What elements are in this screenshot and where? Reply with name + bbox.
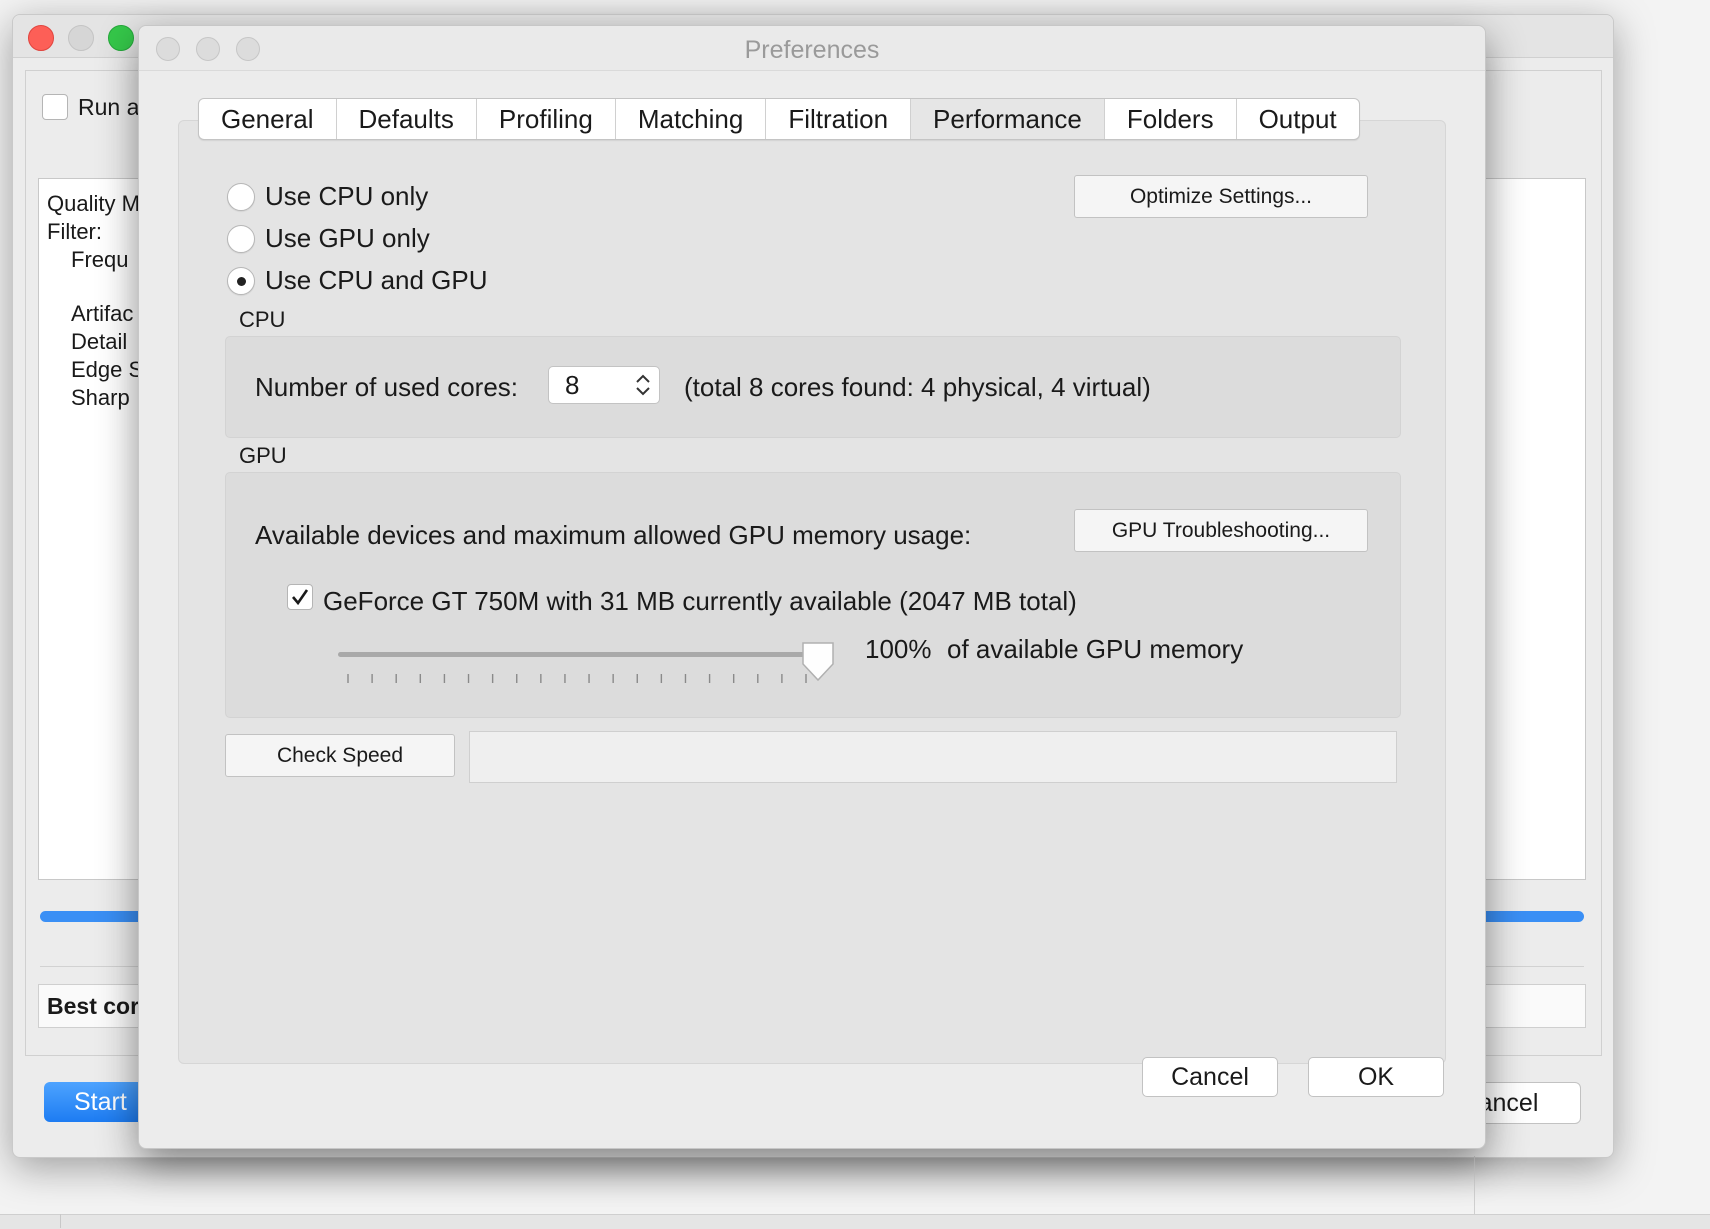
gpu-device-label: GeForce GT 750M with 31 MB currently ava…	[323, 586, 1077, 616]
cpu-section-label: CPU	[239, 307, 286, 332]
list-item: Sharp	[71, 385, 130, 410]
tab-output[interactable]: Output	[1237, 99, 1359, 139]
check-speed-result-field	[469, 731, 1397, 783]
close-window-icon[interactable]	[28, 25, 54, 51]
preferences-tabbar: General Defaults Profiling Matching Filt…	[198, 98, 1360, 140]
cancel-button[interactable]: Cancel	[1142, 1057, 1278, 1097]
gpu-devices-label: Available devices and maximum allowed GP…	[255, 520, 972, 550]
ok-button[interactable]: OK	[1308, 1057, 1444, 1097]
cores-stepper[interactable]: 8	[548, 366, 660, 404]
list-item: Filter:	[47, 219, 102, 244]
list-item: Frequ	[71, 247, 129, 272]
tab-filtration[interactable]: Filtration	[766, 99, 912, 139]
optimize-settings-button[interactable]: Optimize Settings...	[1074, 175, 1368, 218]
list-item: Quality M	[47, 191, 140, 216]
list-item: Detail	[71, 329, 128, 354]
gpu-device-checkbox[interactable]	[287, 584, 313, 610]
radio-label: Use GPU only	[265, 223, 430, 253]
minimize-window-icon[interactable]	[68, 25, 94, 51]
gpu-section-label: GPU	[239, 443, 287, 468]
radio-label: Use CPU only	[265, 181, 429, 211]
checkmark-icon	[292, 589, 309, 606]
cores-value: 8	[565, 370, 580, 400]
run-checkbox[interactable]	[42, 94, 68, 120]
gpu-memory-slider-track[interactable]	[338, 652, 822, 657]
best-result-label: Best cor	[47, 993, 140, 1019]
gpu-memory-percent: 100%	[865, 634, 932, 664]
cores-label: Number of used cores:	[255, 372, 519, 402]
tab-performance[interactable]: Performance	[911, 99, 1105, 139]
gpu-memory-suffix: of available GPU memory	[947, 634, 1244, 664]
list-item: Edge S	[71, 357, 144, 382]
radio-button[interactable]	[227, 224, 255, 253]
tab-defaults[interactable]: Defaults	[337, 99, 477, 139]
preferences-dialog: Preferences General Defaults Profiling M…	[138, 25, 1486, 1149]
gpu-troubleshooting-button[interactable]: GPU Troubleshooting...	[1074, 509, 1368, 552]
list-item: Artifac	[71, 301, 134, 326]
zoom-window-icon[interactable]	[108, 25, 134, 51]
divider	[60, 1214, 61, 1228]
cores-info: (total 8 cores found: 4 physical, 4 virt…	[684, 372, 1151, 402]
tab-profiling[interactable]: Profiling	[477, 99, 616, 139]
tab-folders[interactable]: Folders	[1105, 99, 1237, 139]
dialog-titlebar: Preferences	[139, 26, 1485, 71]
tab-general[interactable]: General	[199, 99, 337, 139]
tab-matching[interactable]: Matching	[616, 99, 767, 139]
bottom-strip	[0, 1214, 1710, 1229]
radio-button[interactable]	[227, 182, 255, 211]
radio-button[interactable]	[227, 266, 255, 295]
run-checkbox-label: Run a	[78, 94, 140, 120]
slider-ticks	[347, 674, 807, 683]
radio-cpu-only[interactable]: Use CPU only	[227, 181, 428, 212]
check-speed-button[interactable]: Check Speed	[225, 734, 455, 777]
radio-cpu-and-gpu[interactable]: Use CPU and GPU	[227, 265, 488, 296]
stepper-arrows-icon[interactable]	[633, 371, 653, 399]
radio-gpu-only[interactable]: Use GPU only	[227, 223, 430, 254]
dialog-title: Preferences	[744, 36, 880, 64]
radio-label: Use CPU and GPU	[265, 265, 488, 295]
